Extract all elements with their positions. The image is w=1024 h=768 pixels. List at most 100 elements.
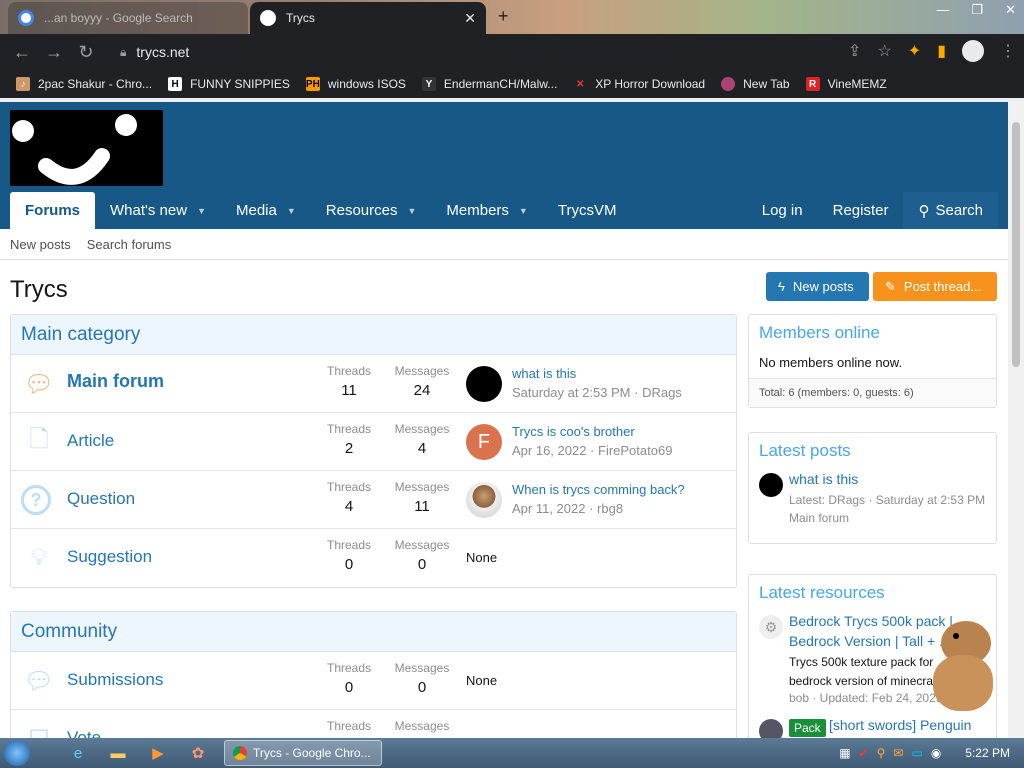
new-posts-link[interactable]: New posts (10, 237, 71, 252)
system-tray: ▦ ✔ ⚲ ✉ ▭ ◉ 5:22 PM (839, 746, 1024, 760)
extensions-icon[interactable]: ✦ (908, 41, 921, 61)
y-logo-icon: Y (421, 77, 436, 91)
forum-title[interactable]: Question (67, 489, 135, 509)
forum-node: 🗋︎ Article Threads 2 Messages 4 F Trycs is… (11, 413, 736, 471)
no-last-post: None (466, 673, 498, 688)
widget-title[interactable]: Members online (749, 315, 996, 351)
avatar[interactable] (759, 719, 783, 738)
forum-title[interactable]: Submissions (67, 670, 163, 690)
post-thread-button[interactable]: ✎ Post thread... (873, 272, 997, 301)
login-link[interactable]: Log in (747, 192, 818, 229)
question-icon: ? (21, 485, 51, 515)
clock[interactable]: 5:22 PM (965, 746, 1010, 760)
widget-title[interactable]: Latest posts (749, 433, 996, 469)
chat-icon[interactable]: ✉ (893, 746, 903, 760)
latest-post-title[interactable]: what is this (789, 471, 858, 487)
tab-google-search[interactable]: ...an boyyy - Google Search (8, 2, 248, 34)
side-panel-icon[interactable]: ▮ (937, 41, 946, 61)
close-tab-icon[interactable]: ✕ (464, 10, 476, 27)
last-post-title[interactable]: Trycs is coo's brother (512, 424, 635, 439)
last-post-title[interactable]: When is trycs comming back? (512, 482, 685, 497)
bookmark-endermanch[interactable]: Y EndermanCH/Malw... (421, 77, 557, 91)
folder-icon[interactable]: ▬ (98, 738, 138, 768)
hamster-sticker (929, 615, 996, 715)
forum-title[interactable]: Main forum (67, 371, 164, 392)
nav-members[interactable]: Members ▼ (431, 192, 542, 229)
taskbar-chrome-task[interactable]: Trycs - Google Chro... (224, 740, 382, 766)
last-post-meta: Apr 11, 2022 · rbg8 (512, 501, 624, 516)
page-scrollbar[interactable] (1008, 102, 1024, 738)
avatar[interactable] (466, 482, 502, 518)
forum-node: 💬︎ Submissions Threads 0 Messages 0 None (11, 652, 736, 710)
chat-bubbles-icon: 💬︎ (23, 370, 55, 398)
profile-avatar[interactable] (962, 40, 984, 62)
bookmark-xp-horror[interactable]: ✕ XP Horror Download (573, 77, 705, 91)
avatar[interactable]: F (466, 424, 502, 460)
menu-icon[interactable]: ⋮ (1000, 41, 1016, 61)
back-icon[interactable]: ← (6, 42, 38, 63)
bookmark-star-icon[interactable]: ☆ (877, 41, 891, 61)
minimize-icon[interactable]: — (936, 2, 949, 18)
nav-media[interactable]: Media ▼ (221, 192, 311, 229)
community-block: Community 💬︎ Submissions Threads 0 Messag… (10, 611, 737, 738)
edit-icon: ✎ (885, 278, 896, 294)
restore-icon[interactable]: ❐ (971, 2, 983, 18)
forum-title[interactable]: Vote (67, 728, 101, 738)
search-forums-link[interactable]: Search forums (87, 237, 172, 252)
reload-icon[interactable]: ↻ (70, 42, 102, 63)
forum-title[interactable]: Article (67, 431, 114, 451)
chevron-down-icon[interactable]: ▼ (287, 206, 296, 216)
forum-title[interactable]: Suggestion (67, 547, 152, 567)
page-title: Trycs (10, 276, 68, 303)
last-post-title[interactable]: what is this (512, 366, 576, 381)
share-icon[interactable]: ⇪ (848, 41, 861, 61)
category-title[interactable]: Main category (11, 315, 736, 355)
bookmark-windows-isos[interactable]: PH windows ISOS (305, 77, 406, 91)
site-logo[interactable] (10, 110, 163, 186)
main-nav: Forums What's new ▼ Media ▼ Resources ▼ Mem… (0, 192, 1008, 229)
nav-forums[interactable]: Forums (10, 192, 96, 229)
new-posts-button[interactable]: ϟ New posts (766, 272, 869, 301)
register-link[interactable]: Register (818, 192, 904, 229)
new-tab-icon[interactable]: + (498, 6, 509, 27)
resource-title[interactable]: [short swords] Penguin (829, 717, 971, 733)
network-icon[interactable]: ▦ (839, 746, 850, 760)
nav-whats-new[interactable]: What's new ▼ (95, 192, 221, 229)
trycs-favicon-icon (260, 10, 276, 26)
widget-body: No members online now. (759, 355, 903, 370)
bookmark-new-tab[interactable]: New Tab (721, 77, 790, 91)
avatar[interactable] (466, 366, 502, 402)
search-button[interactable]: ⚲ Search (903, 192, 998, 229)
thread-count: Threads (326, 719, 372, 733)
url-text: trycs.net (136, 44, 190, 60)
nav-trycsvm[interactable]: TrycsVM (543, 192, 632, 229)
start-button[interactable] (0, 738, 34, 768)
bookmark-funny-snippies[interactable]: H FUNNY SNIPPIES (168, 77, 290, 91)
bookmark-2pac[interactable]: ♪ 2pac Shakur - Chro... (16, 77, 152, 91)
chevron-down-icon[interactable]: ▼ (197, 206, 206, 216)
paint-icon[interactable]: ✿ (178, 738, 218, 768)
bookmarks-bar: ♪ 2pac Shakur - Chro... H FUNNY SNIPPIES P… (0, 70, 1024, 98)
volume-icon[interactable]: ◉ (931, 746, 941, 760)
nav-resources[interactable]: Resources ▼ (311, 192, 432, 229)
pack-badge: Pack (789, 719, 826, 737)
toolbar-actions: ⇪ ☆ ✦ ▮ ⋮ (848, 40, 1016, 62)
address-bar[interactable]: 🔒︎ trycs.net (108, 38, 808, 66)
internet-explorer-icon[interactable]: e (58, 738, 98, 768)
chevron-down-icon[interactable]: ▼ (407, 206, 416, 216)
scrollbar-thumb[interactable] (1012, 122, 1020, 367)
forward-icon[interactable]: → (38, 42, 70, 63)
security-icon[interactable]: ✔ (859, 746, 869, 760)
bookmark-vinememz[interactable]: R VineMEMZ (805, 77, 887, 91)
search-icon[interactable]: ⚲ (877, 746, 886, 760)
media-player-icon[interactable]: ▶ (138, 738, 178, 768)
chevron-down-icon[interactable]: ▼ (519, 206, 528, 216)
category-title[interactable]: Community (11, 612, 736, 652)
display-icon[interactable]: ▭ (911, 746, 922, 760)
tab-trycs[interactable]: Trycs ✕ (250, 2, 486, 34)
message-count: Messages 4 (394, 422, 450, 457)
close-window-icon[interactable]: ✕ (1005, 2, 1016, 18)
widget-title[interactable]: Latest resources (749, 575, 996, 611)
avatar[interactable] (759, 473, 783, 497)
thread-count: Threads 0 (326, 661, 372, 696)
